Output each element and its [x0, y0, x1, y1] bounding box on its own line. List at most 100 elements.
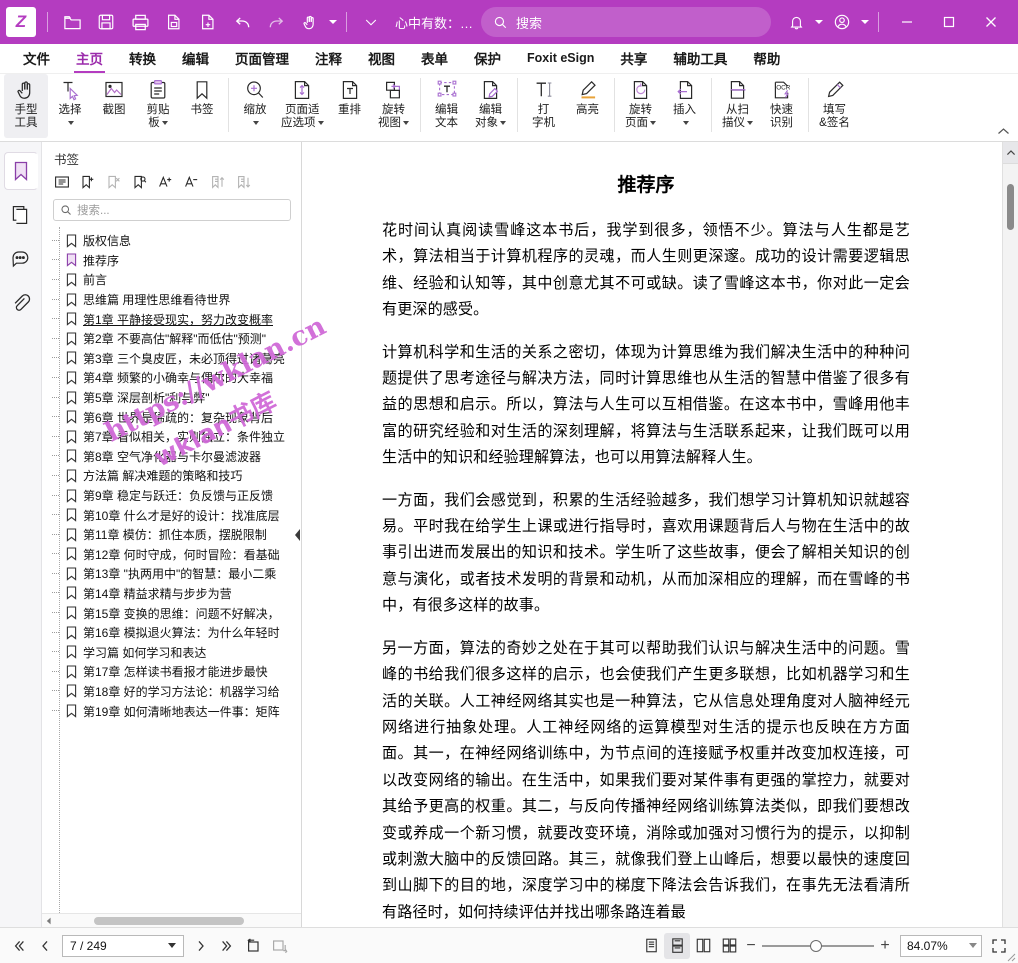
page-dropdown-icon[interactable]	[168, 943, 176, 948]
menu-item-comment[interactable]: 注释	[302, 44, 355, 73]
bookmark-item[interactable]: 第5章 深层剖析"利与弊"	[42, 388, 301, 408]
bookmark-item[interactable]: 第9章 稳定与跃迁：负反馈与正反馈	[42, 486, 301, 506]
ocr-button[interactable]: OCR 快速 识别	[760, 74, 804, 138]
hand-tool-icon[interactable]	[293, 6, 327, 38]
scroll-up-icon[interactable]	[1003, 142, 1018, 164]
bookmark-item[interactable]: 前言	[42, 270, 301, 290]
bookmark-item[interactable]: 第12章 何时守成，何时冒险：看基础	[42, 545, 301, 565]
bookmark-item[interactable]: 第19章 如何清晰地表达一件事：矩阵	[42, 701, 301, 721]
clipboard-button[interactable]: 剪贴 板	[136, 74, 180, 138]
rotate-view-dropdown-icon[interactable]	[403, 121, 409, 125]
new-file-icon[interactable]	[191, 6, 225, 38]
zoom-in-button[interactable]: +	[876, 936, 894, 956]
increase-font-icon[interactable]	[154, 171, 178, 193]
bookmark-item[interactable]: 第11章 模仿：抓住本质，摆脱限制	[42, 525, 301, 545]
select-dropdown-icon[interactable]	[68, 121, 74, 125]
close-button[interactable]	[970, 2, 1012, 42]
menu-item-convert[interactable]: 转换	[116, 44, 169, 73]
resize-grip[interactable]	[1002, 948, 1016, 962]
page-number-input[interactable]: 7 / 249	[62, 935, 184, 957]
zoom-slider[interactable]	[762, 936, 874, 956]
save-icon[interactable]	[89, 6, 123, 38]
previous-view-button[interactable]	[240, 933, 266, 959]
bookmark-item[interactable]: 第2章 不要高估"解释"而低估"预测"	[42, 329, 301, 349]
vscroll-thumb[interactable]	[1007, 184, 1014, 230]
menu-item-protect[interactable]: 保护	[461, 44, 514, 73]
minimize-button[interactable]	[886, 2, 928, 42]
continuous-scroll-view-icon[interactable]	[664, 933, 690, 959]
menu-item-home[interactable]: 主页	[63, 44, 116, 73]
customize-toolbar-icon[interactable]	[354, 6, 388, 38]
snapshot-button[interactable]: 截图	[92, 74, 136, 138]
bookmark-item[interactable]: 第3章 三个臭皮匠，未必顶得过诸葛亮	[42, 349, 301, 369]
decrease-font-icon[interactable]	[180, 171, 204, 193]
bookmark-item[interactable]: 第6章 世界是稀疏的：复杂现象背后	[42, 407, 301, 427]
bookmark-item[interactable]: 第15章 变换的思维：问题不好解决，	[42, 603, 301, 623]
bookmark-item[interactable]: 方法篇 解决难题的策略和技巧	[42, 466, 301, 486]
bookmark-item[interactable]: 第4章 频繁的小确幸与偶尔的大幸福	[42, 368, 301, 388]
hscroll-thumb[interactable]	[94, 917, 244, 925]
hand-tool-button[interactable]: 手型 工具	[4, 74, 48, 138]
reflow-button[interactable]: 重排	[328, 74, 372, 138]
bookmark-item[interactable]: 学习篇 如何学习和表达	[42, 642, 301, 662]
collapse-ribbon-icon[interactable]	[994, 123, 1012, 139]
previous-page-button[interactable]	[32, 933, 58, 959]
menu-item-accessibility[interactable]: 辅助工具	[660, 44, 740, 73]
next-page-button[interactable]	[188, 933, 214, 959]
comments-panel-icon[interactable]	[4, 240, 38, 278]
bookmark-item[interactable]: 第13章 "执两用中"的智慧：最小二乘	[42, 564, 301, 584]
save-as-icon[interactable]	[157, 6, 191, 38]
bookmark-item[interactable]: 第18章 好的学习方法论：机器学习给	[42, 682, 301, 702]
two-page-view-icon[interactable]	[690, 933, 716, 959]
zoom-out-button[interactable]: −	[742, 936, 760, 956]
bookmark-item[interactable]: 第17章 怎样读书看报才能进步最快	[42, 662, 301, 682]
bookmark-item[interactable]: 版权信息	[42, 231, 301, 251]
app-logo-icon[interactable]: Z	[6, 7, 36, 37]
highlight-button[interactable]: 高亮	[566, 74, 610, 138]
bookmark-item[interactable]: 第7章 看似相关，实则独立：条件独立	[42, 427, 301, 447]
menu-item-share[interactable]: 共享	[607, 44, 660, 73]
fit-page-button[interactable]: 页面适 应选项	[277, 74, 328, 138]
zoom-dropdown-icon[interactable]	[969, 943, 977, 948]
add-bookmark-icon[interactable]	[76, 171, 100, 193]
clipboard-dropdown-icon[interactable]	[162, 121, 168, 125]
menu-item-edit[interactable]: 编辑	[169, 44, 222, 73]
bookmark-item[interactable]: 第14章 精益求精与步步为营	[42, 584, 301, 604]
bookmark-list[interactable]: 版权信息推荐序前言思维篇 用理性思维看待世界第1章 平静接受现实，努力改变概率第…	[42, 227, 301, 913]
menu-item-help[interactable]: 帮助	[740, 44, 793, 73]
bookmark-item[interactable]: 第10章 什么才是好的设计：找准底层	[42, 505, 301, 525]
menu-item-file[interactable]: 文件	[10, 44, 63, 73]
from-scanner-dropdown-icon[interactable]	[747, 121, 753, 125]
print-icon[interactable]	[123, 6, 157, 38]
rotate-page-button[interactable]: 旋转 页面	[619, 74, 663, 138]
bookmark-horizontal-scrollbar[interactable]	[42, 913, 301, 927]
select-tool-button[interactable]: 选择	[48, 74, 92, 138]
edit-object-button[interactable]: 编辑 对象	[469, 74, 513, 138]
bookmark-item[interactable]: 第8章 空气净化器与卡尔曼滤波器	[42, 447, 301, 467]
bookmark-item[interactable]: 第16章 模拟退火算法：为什么年轻时	[42, 623, 301, 643]
attachments-panel-icon[interactable]	[4, 284, 38, 322]
menu-item-form[interactable]: 表单	[408, 44, 461, 73]
notification-dropdown-icon[interactable]	[813, 6, 825, 38]
from-scanner-button[interactable]: 从扫 描仪	[716, 74, 760, 138]
bookmark-item[interactable]: 推荐序	[42, 251, 301, 271]
redo-icon[interactable]	[259, 6, 293, 38]
pdf-page[interactable]: 推荐序 花时间认真阅读雪峰这本书后，我学到很多，领悟不少。算法与人生都是艺术，算…	[302, 142, 1002, 927]
account-dropdown-icon[interactable]	[859, 6, 871, 38]
open-file-icon[interactable]	[55, 6, 89, 38]
insert-page-dropdown-icon[interactable]	[683, 121, 689, 125]
panel-collapse-handle[interactable]	[293, 518, 302, 552]
zoom-dropdown-icon[interactable]	[253, 121, 259, 125]
undo-icon[interactable]	[225, 6, 259, 38]
menu-item-view[interactable]: 视图	[355, 44, 408, 73]
menu-item-foxit-esign[interactable]: Foxit eSign	[514, 47, 607, 70]
collapse-bookmarks-icon[interactable]	[232, 171, 256, 193]
account-icon[interactable]	[825, 6, 859, 38]
maximize-button[interactable]	[928, 2, 970, 42]
edit-object-dropdown-icon[interactable]	[500, 121, 506, 125]
next-view-button[interactable]	[266, 933, 292, 959]
zoom-button[interactable]: 缩放	[233, 74, 277, 138]
edit-text-button[interactable]: 编辑 文本	[425, 74, 469, 138]
bookmarks-panel-icon[interactable]	[4, 152, 38, 190]
zoom-level-input[interactable]: 84.07%	[900, 935, 982, 957]
